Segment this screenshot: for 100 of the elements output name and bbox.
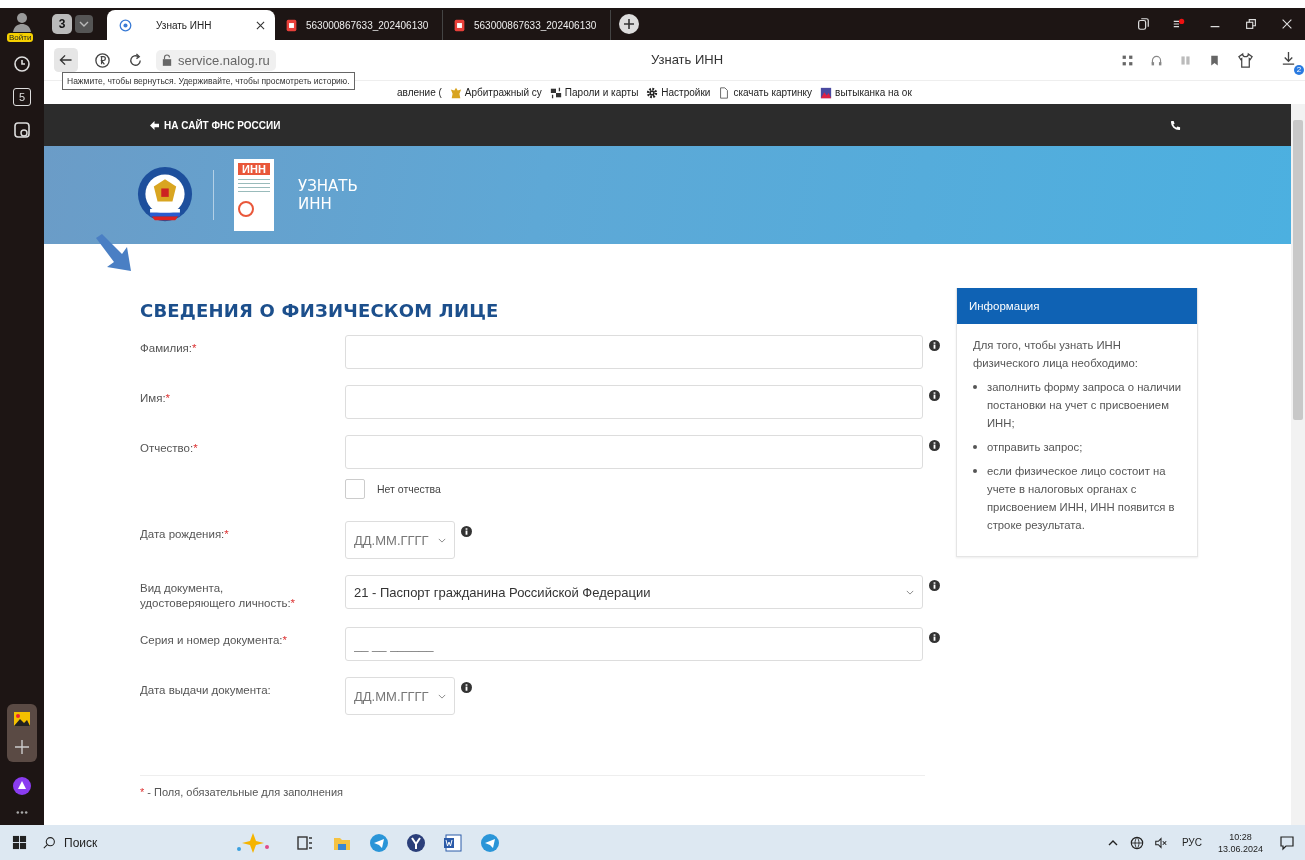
info-list-item: если физическое лицо состоит на учете в налоговых органах с присвоением ИНН, ИНН появится в строке результата. xyxy=(987,464,1176,533)
bullet-icon xyxy=(973,385,977,389)
emblem-icon xyxy=(449,86,462,99)
bookmark-link[interactable]: скачать картинку xyxy=(718,86,813,99)
gear-icon xyxy=(646,86,659,99)
history-icon[interactable] xyxy=(12,54,32,74)
tabs-icon[interactable] xyxy=(1136,17,1150,31)
login-badge[interactable]: Войти xyxy=(7,33,34,42)
info-list-item: отправить запрос; xyxy=(987,440,1083,455)
info-panel-title: Информация xyxy=(957,288,1197,324)
date-input-field[interactable]: ДД.ММ.ГГГГ xyxy=(345,521,455,559)
date-input-field[interactable]: ДД.ММ.ГГГГ xyxy=(345,677,455,715)
speaker-muted-icon[interactable] xyxy=(1153,835,1168,850)
field-label: Дата рождения:* xyxy=(140,527,230,542)
page-icon xyxy=(718,86,731,99)
word-icon[interactable] xyxy=(443,832,463,853)
paper-plane-icon[interactable] xyxy=(369,832,389,853)
text-input-field[interactable]: __ __ ______ xyxy=(345,627,923,661)
new-tab-icon[interactable] xyxy=(619,14,639,34)
caret-icon[interactable] xyxy=(438,693,446,699)
field-label: Дата выдачи документа: xyxy=(140,683,272,698)
more-icon[interactable] xyxy=(15,810,29,815)
text-input-field[interactable] xyxy=(345,385,923,419)
field-label: Вид документа, удостоверяющего личность:* xyxy=(140,581,297,611)
arrow-left-icon xyxy=(150,120,159,130)
form-title: СВЕДЕНИЯ О ФИЗИЧЕСКОМ ЛИЦЕ xyxy=(140,300,500,321)
info-icon[interactable] xyxy=(929,390,940,401)
browser-tab[interactable]: 563000867633_202406130 xyxy=(443,10,611,40)
lock-icon xyxy=(162,54,172,66)
info-icon[interactable] xyxy=(929,340,940,351)
info-icon[interactable] xyxy=(461,526,472,537)
page-title: Узнать ИНН xyxy=(651,52,724,67)
field-label: Отчество:* xyxy=(140,441,199,456)
close-icon[interactable] xyxy=(256,20,265,30)
bookmark-icon[interactable] xyxy=(1208,53,1221,67)
browser-logo-icon[interactable] xyxy=(94,51,111,69)
bookmark-link[interactable]: Арбитражный су xyxy=(449,86,542,99)
info-text: Для того, чтобы узнать ИНН физического лица необходимо: xyxy=(973,338,1139,371)
caret-icon[interactable] xyxy=(906,589,914,595)
download-count-badge: 2 xyxy=(1294,64,1304,75)
checkbox-label[interactable]: Нет отчества xyxy=(377,483,441,495)
shirt-icon[interactable] xyxy=(1237,51,1254,69)
bullet-icon xyxy=(973,469,977,473)
tab-count-button[interactable]: 3 xyxy=(52,14,72,34)
image-icon[interactable] xyxy=(12,709,32,729)
address-bar[interactable]: service.nalog.ru xyxy=(156,49,276,71)
back-icon[interactable] xyxy=(54,48,78,72)
download-icon[interactable] xyxy=(1280,49,1297,67)
service-title: УЗНАТЬ ИНН xyxy=(298,177,358,213)
paper-plane-icon[interactable] xyxy=(480,832,500,853)
avatar-icon[interactable] xyxy=(10,10,34,34)
browser-tab[interactable]: Узнать ИНН xyxy=(107,10,275,40)
dropdown-icon[interactable] xyxy=(75,15,93,33)
info-icon[interactable] xyxy=(929,440,940,451)
field-label: Фамилия:* xyxy=(140,341,198,356)
notification-icon[interactable] xyxy=(1279,834,1295,851)
text-input-field[interactable] xyxy=(345,435,923,469)
sidebar-app-button[interactable]: 5 xyxy=(13,88,31,106)
field-label: Серия и номер документа:* xyxy=(140,633,288,648)
checkbox[interactable] xyxy=(345,479,365,499)
document-icon xyxy=(285,18,298,32)
reload-icon[interactable] xyxy=(127,51,144,69)
language-indicator[interactable]: РУС xyxy=(1181,837,1202,848)
screenshot-icon[interactable] xyxy=(12,120,32,140)
caret-icon[interactable] xyxy=(438,537,446,543)
taskbar-search-field[interactable]: Поиск xyxy=(37,835,223,850)
bookmark-link[interactable]: вытыканка на ок xyxy=(820,86,912,99)
back-to-site-link[interactable]: НА САЙТ ФНС РОССИИ xyxy=(150,119,281,131)
clock-time[interactable]: 10:28 xyxy=(1229,830,1252,843)
bullet-icon xyxy=(973,445,977,449)
windows-start-icon[interactable] xyxy=(12,835,27,850)
headphones-icon[interactable] xyxy=(1150,53,1163,67)
phone-icon[interactable] xyxy=(1170,119,1181,131)
inn-document-logo: ИНН xyxy=(234,159,274,231)
grid-icon[interactable] xyxy=(1121,53,1134,67)
bookmark-link[interactable]: авление ( xyxy=(397,87,442,98)
document-type-dropdown[interactable]: 21 - Паспорт гражданина Российской Федерации xyxy=(345,575,923,609)
info-icon[interactable] xyxy=(461,682,472,693)
required-fields-note: * - Поля, обязательные для заполнения xyxy=(140,786,344,798)
assistant-icon[interactable] xyxy=(12,776,32,796)
globe-icon[interactable] xyxy=(1129,835,1144,850)
image-icon xyxy=(820,86,833,99)
browser-icon[interactable] xyxy=(406,832,426,853)
plus-icon[interactable] xyxy=(12,737,32,757)
close-icon[interactable] xyxy=(1280,17,1294,31)
scrollbar[interactable] xyxy=(1291,104,1305,825)
info-icon[interactable] xyxy=(929,580,940,591)
text-input-field[interactable] xyxy=(345,335,923,369)
info-icon[interactable] xyxy=(929,632,940,643)
clock-date[interactable]: 13.06.2024 xyxy=(1217,842,1263,855)
bookmark-link[interactable]: Настройки xyxy=(646,86,711,99)
document-icon xyxy=(453,18,466,32)
browser-tab[interactable]: 563000867633_202406130 xyxy=(275,10,443,40)
site-icon xyxy=(119,18,132,32)
search-icon xyxy=(43,836,56,849)
key-icon xyxy=(549,86,562,99)
bookmark-link[interactable]: Пароли и карты xyxy=(549,86,639,99)
restore-icon[interactable] xyxy=(1244,17,1258,31)
info-list-item: заполнить форму запроса о наличии постановки на учет с присвоением ИНН; xyxy=(987,380,1183,431)
field-label: Имя:* xyxy=(140,391,172,406)
